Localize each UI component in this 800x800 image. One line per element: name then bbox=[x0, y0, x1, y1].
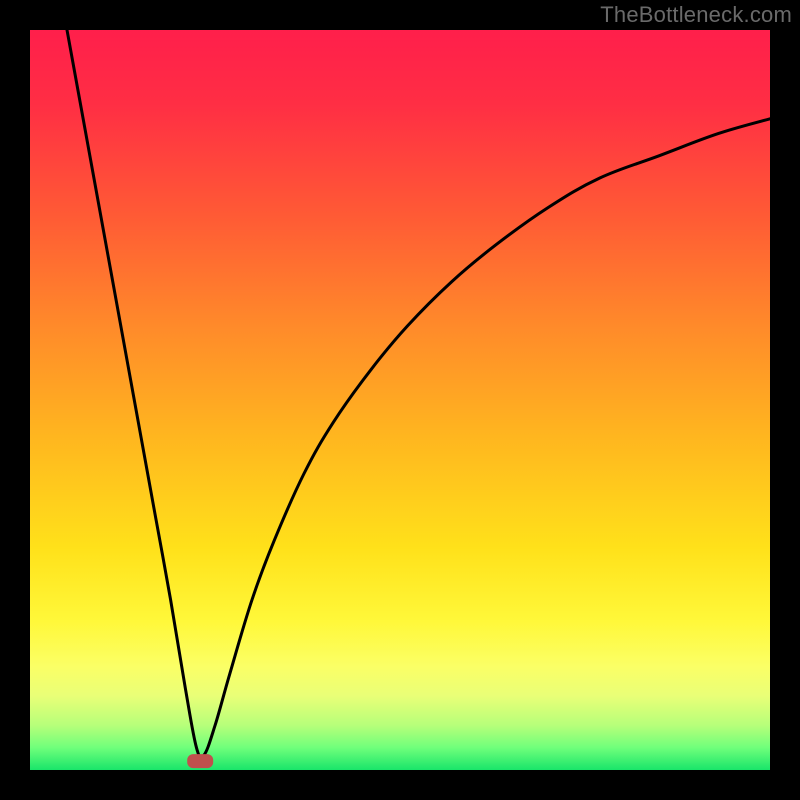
watermark-text: TheBottleneck.com bbox=[600, 2, 792, 28]
plot-background bbox=[30, 30, 770, 770]
chart-frame: TheBottleneck.com bbox=[0, 0, 800, 800]
minimum-marker bbox=[187, 754, 213, 768]
bottleneck-chart bbox=[0, 0, 800, 800]
